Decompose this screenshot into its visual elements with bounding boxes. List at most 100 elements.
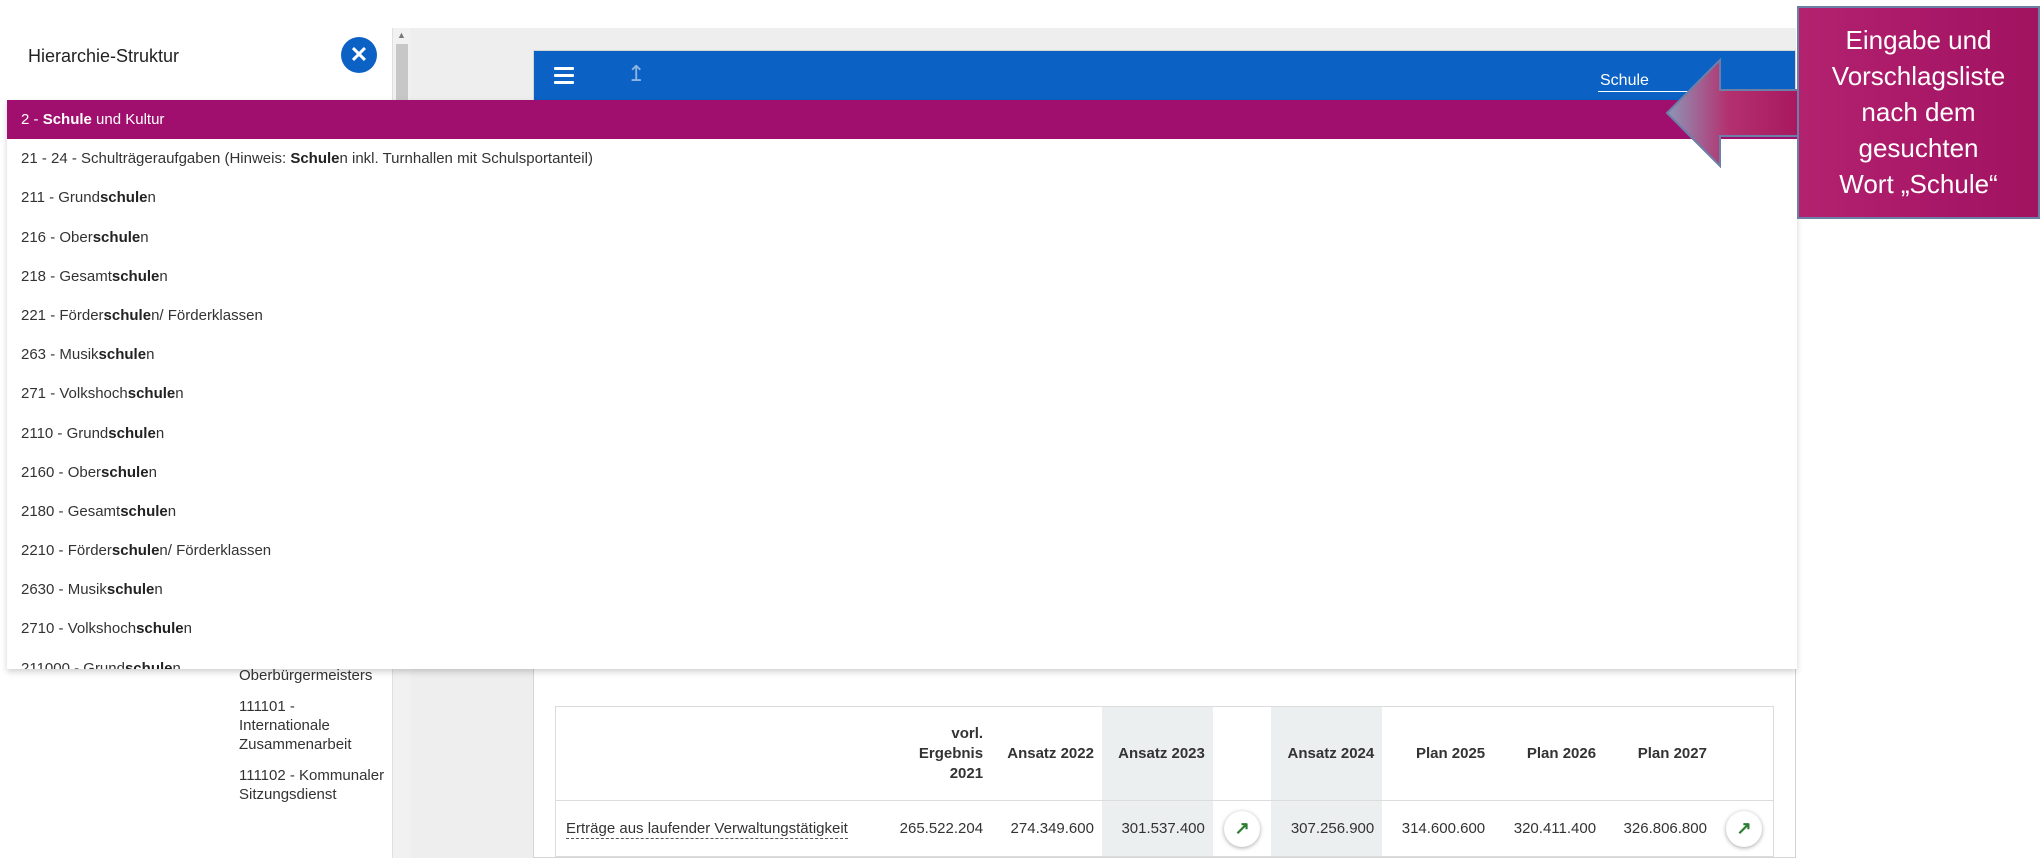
- suggestion-match: schule: [124, 659, 173, 669]
- suggestion-text: n: [155, 424, 165, 442]
- suggestion-text: 221 - Förder: [21, 306, 104, 324]
- suggestion-text: n: [140, 228, 149, 246]
- row-label[interactable]: Erträge aus laufender Verwaltungstätigke…: [555, 800, 879, 857]
- hierarchy-tree: Oberbürgermeisters 111101 - Internationa…: [239, 666, 389, 816]
- suggestion-item[interactable]: 21 - 24 - Schulträgeraufgaben (Hinweis: …: [7, 139, 1797, 178]
- suggestion-text: 216 - Ober: [21, 228, 93, 246]
- suggestion-match: schule: [101, 463, 149, 481]
- suggestion-item[interactable]: 271 - Volkshochschulen: [7, 374, 1797, 413]
- suggestion-item[interactable]: 2160 - Oberschulen: [7, 453, 1797, 492]
- toolbar: ↥: [534, 51, 1795, 101]
- suggestion-item[interactable]: 263 - Musikschulen: [7, 335, 1797, 374]
- suggestion-item[interactable]: 211000 - Grundschulen: [7, 649, 1797, 669]
- suggestion-text: n: [167, 502, 177, 520]
- menu-icon[interactable]: [554, 67, 574, 85]
- cell-2026: 320.411.400: [1493, 800, 1605, 857]
- suggestion-text: n inkl. Turnhallen mit Schulsportanteil): [339, 150, 593, 168]
- column-header: Ansatz 2023: [1101, 706, 1213, 801]
- suggestion-match: Schule: [42, 111, 92, 128]
- suggestion-item[interactable]: 218 - Gesamtschulen: [7, 257, 1797, 296]
- suggestion-item[interactable]: 2210 - Förderschulen/ Förderklassen: [7, 531, 1797, 570]
- column-header: Ansatz 2022: [1007, 744, 1094, 762]
- trend-cell: ↗: [1212, 800, 1272, 857]
- search-suggestion-list: 2 - Schule und Kultur 21 - 24 - Schulträg…: [7, 100, 1797, 669]
- suggestion-text: 2110 - Grund: [21, 424, 109, 442]
- suggestion-text: 21 - 24 - Schulträgeraufgaben (Hinweis:: [21, 150, 291, 168]
- suggestion-match: schule: [103, 306, 152, 324]
- suggestion-text: n: [146, 346, 155, 364]
- suggestion-text: n/ Förderklassen: [159, 542, 272, 560]
- suggestion-text: n: [172, 659, 181, 669]
- column-header: [1715, 707, 1774, 801]
- suggestion-match: schule: [98, 346, 147, 364]
- tree-item[interactable]: 111102 - Kommunaler Sitzungsdienst: [239, 766, 389, 804]
- suggestion-text: 211 - Grund: [21, 189, 100, 207]
- suggestion-item[interactable]: 2110 - Grundschulen: [7, 414, 1797, 453]
- cell-2023: 301.537.400: [1101, 800, 1213, 857]
- suggestion-item[interactable]: 221 - Förderschulen/ Förderklassen: [7, 296, 1797, 335]
- tree-item[interactable]: 111101 - Internationale Zusammenarbeit: [239, 697, 389, 754]
- cell-2025: 314.600.600: [1382, 800, 1494, 857]
- callout-line: Eingabe und: [1845, 25, 1992, 55]
- cell-2021: 265.522.204: [878, 800, 992, 857]
- suggestion-match: schule: [92, 228, 141, 246]
- column-header: [556, 707, 879, 801]
- trend-up-icon[interactable]: ↗: [1725, 810, 1762, 847]
- scroll-up-icon[interactable]: ▲: [397, 30, 406, 40]
- column-header: vorl. Ergebnis 2021: [878, 707, 991, 801]
- column-header: Ansatz 2024: [1271, 706, 1383, 801]
- suggestion-text: 2180 - Gesamt: [21, 502, 121, 520]
- callout-line: Vorschlagsliste: [1831, 61, 2006, 91]
- suggestion-item[interactable]: 2 - Schule und Kultur: [7, 100, 1797, 140]
- close-icon[interactable]: ✕: [341, 37, 377, 73]
- table-header-row: vorl. Ergebnis 2021 Ansatz 2022 Ansatz 2…: [556, 706, 1774, 801]
- suggestion-match: schule: [108, 424, 156, 442]
- suggestion-item[interactable]: 2710 - Volkshochschulen: [7, 609, 1797, 648]
- arrow-up-icon[interactable]: ↥: [627, 61, 645, 87]
- suggestion-text: 271 - Volkshoch: [21, 385, 128, 403]
- suggestion-text: n: [147, 189, 156, 207]
- suggestion-text: 2 -: [21, 111, 43, 128]
- column-header: Plan 2025: [1415, 744, 1486, 762]
- annotation-callout: Eingabe und Vorschlagsliste nach dem ges…: [1797, 6, 2040, 219]
- suggestion-item[interactable]: 211 - Grundschulen: [7, 178, 1797, 217]
- cell-2024: 307.256.900: [1271, 800, 1383, 857]
- suggestion-item[interactable]: 2630 - Musikschulen: [7, 570, 1797, 609]
- suggestion-text: n: [175, 385, 184, 403]
- column-header: Plan 2026: [1526, 744, 1597, 762]
- column-header: Plan 2027: [1637, 744, 1707, 762]
- cell-2022: 274.349.600: [991, 800, 1102, 857]
- suggestion-match: schule: [111, 542, 160, 560]
- suggestion-text: 2630 - Musik: [21, 581, 107, 599]
- sidebar-title: Hierarchie-Struktur: [28, 46, 180, 66]
- suggestion-item[interactable]: 216 - Oberschulen: [7, 218, 1797, 257]
- suggestion-text: n/ Förderklassen: [151, 306, 263, 324]
- suggestion-text: 211000 - Grund: [21, 659, 125, 669]
- trend-up-icon[interactable]: ↗: [1224, 810, 1261, 847]
- cell-2027: 326.806.800: [1604, 800, 1715, 857]
- suggestion-text: 263 - Musik: [21, 346, 99, 364]
- column-header-text: vorl. Ergebnis 2021: [918, 724, 984, 782]
- top-bar: [410, 0, 1796, 28]
- suggestion-text: n: [148, 463, 157, 481]
- suggestion-text: und Kultur: [91, 111, 165, 128]
- suggestion-match: schule: [106, 581, 155, 599]
- row-label-text[interactable]: Erträge aus laufender Verwaltungstätigke…: [566, 820, 848, 839]
- callout-arrow-icon: [1665, 58, 1804, 168]
- column-header: [1213, 707, 1271, 801]
- suggestion-match: Schule: [290, 150, 340, 168]
- app-window: Hierarchie-Struktur ✕ ▲ Oberbürgermeiste…: [0, 0, 2040, 858]
- suggestion-match: schule: [111, 267, 160, 285]
- suggestion-text: 218 - Gesamt: [21, 267, 112, 285]
- budget-table: vorl. Ergebnis 2021 Ansatz 2022 Ansatz 2…: [555, 706, 1774, 857]
- callout-line: Wort „Schule“: [1839, 169, 1998, 199]
- table-row: Erträge aus laufender Verwaltungstätigke…: [555, 800, 1774, 857]
- callout-line: gesuchten: [1858, 133, 1979, 163]
- trend-cell: ↗: [1714, 800, 1774, 857]
- suggestion-match: schule: [99, 189, 148, 207]
- suggestion-match: schule: [120, 502, 168, 520]
- suggestion-text: n: [154, 581, 163, 599]
- suggestion-item[interactable]: 2180 - Gesamtschulen: [7, 492, 1797, 531]
- callout-line: nach dem: [1861, 97, 1976, 127]
- suggestion-text: 2210 - Förder: [21, 542, 112, 560]
